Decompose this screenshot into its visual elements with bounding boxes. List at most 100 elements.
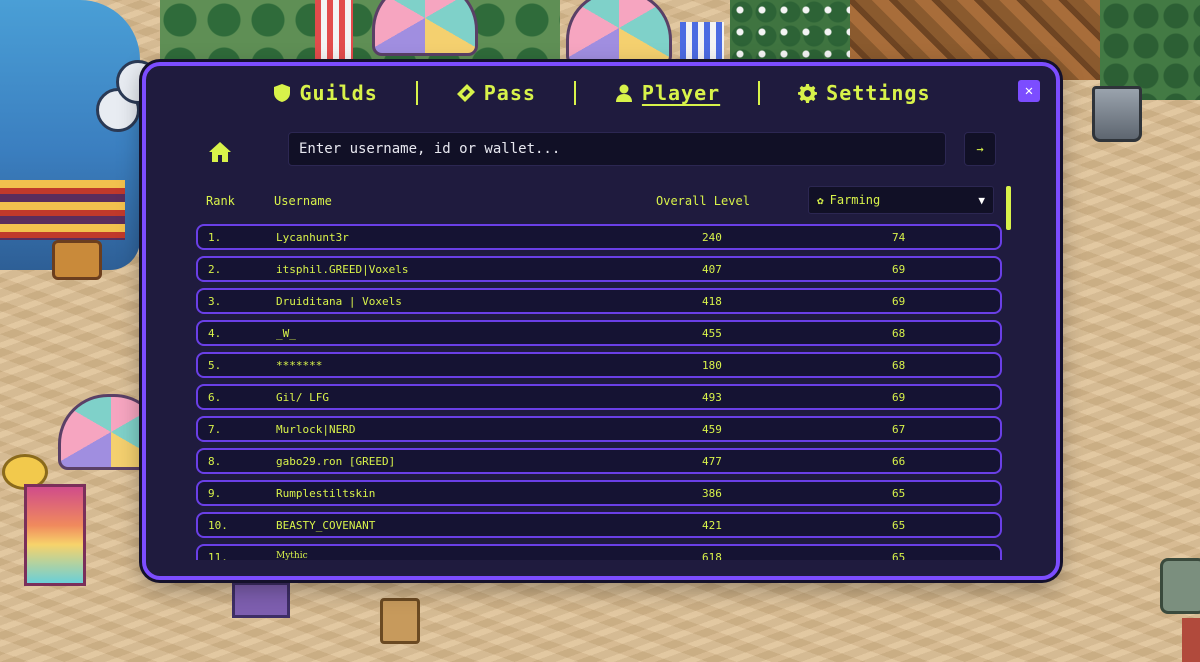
flower-bush-decoration <box>730 0 860 60</box>
row-overall-level: 493 <box>702 391 722 404</box>
stone-decoration <box>1160 558 1200 614</box>
search-submit-button[interactable]: → <box>964 132 996 166</box>
leaderboard-table: 1. Lycanhunt3r 240 74 2. itsphil.GREED|V… <box>196 224 1006 560</box>
close-button[interactable]: ✕ <box>1018 80 1040 102</box>
skill-filter-select[interactable]: ✿ Farming ▼ <box>808 186 994 214</box>
row-username: Murlock|NERD <box>276 423 356 436</box>
row-rank: 4. <box>208 327 222 340</box>
modal-nav: Guilds Pass Player Settings <box>146 78 1056 108</box>
leaderboard-modal: Guilds Pass Player Settings ✕ → Rank Use… <box>142 62 1060 580</box>
user-icon <box>615 84 632 102</box>
table-row[interactable]: 5. ******* 180 68 <box>196 352 1002 378</box>
table-row[interactable]: 4. _W_ 455 68 <box>196 320 1002 346</box>
arrow-right-icon: → <box>976 142 984 156</box>
row-skill-level: 68 <box>892 359 906 372</box>
row-skill-level: 69 <box>892 295 906 308</box>
row-rank: 3. <box>208 295 222 308</box>
table-row[interactable]: 6. Gil/ LFG 493 69 <box>196 384 1002 410</box>
row-overall-level: 180 <box>702 359 722 372</box>
tab-settings-label: Settings <box>826 81 931 105</box>
row-overall-level: 455 <box>702 327 722 340</box>
table-scrollbar[interactable] <box>1006 186 1011 230</box>
row-username: ******* <box>276 359 323 372</box>
bucket-decoration <box>380 598 420 644</box>
trees-decoration <box>160 0 560 60</box>
search-input[interactable] <box>288 132 946 166</box>
nav-separator <box>415 81 418 105</box>
beach-towel-decoration <box>315 0 353 62</box>
home-icon <box>209 142 231 162</box>
row-rank: 11. <box>208 551 228 560</box>
row-overall-level: 459 <box>702 423 722 436</box>
beach-towel-decoration <box>680 22 724 64</box>
tab-player-label: Player <box>641 81 721 105</box>
row-rank: 8. <box>208 455 222 468</box>
farming-icon: ✿ <box>817 193 824 207</box>
row-rank: 9. <box>208 487 222 500</box>
ship-stripe-decoration <box>0 180 125 240</box>
tab-player[interactable]: Player <box>610 81 724 105</box>
ship-leg-decoration <box>52 240 102 280</box>
table-row[interactable]: 1. Lycanhunt3r 240 74 <box>196 224 1002 250</box>
row-overall-level: 386 <box>702 487 722 500</box>
row-skill-level: 69 <box>892 263 906 276</box>
table-row[interactable]: 2. itsphil.GREED|Voxels 407 69 <box>196 256 1002 282</box>
row-rank: 5. <box>208 359 222 372</box>
beach-umbrella-decoration <box>566 0 672 66</box>
row-username: BEASTY_COVENANT <box>276 519 376 532</box>
table-row[interactable]: 11. Mythic 618 65 <box>196 544 1002 560</box>
skill-filter-value: Farming <box>829 193 881 207</box>
row-username: gabo29.ron [GREED] <box>276 455 396 468</box>
shield-icon <box>273 84 290 102</box>
row-username: Mythic <box>276 551 308 560</box>
table-header: Rank Username Overall Level ✿ Farming ▼ <box>196 186 1000 216</box>
table-row[interactable]: 8. gabo29.ron [GREED] 477 66 <box>196 448 1002 474</box>
beach-mat-decoration <box>232 582 290 618</box>
bush-decoration <box>1100 0 1200 100</box>
row-overall-level: 477 <box>702 455 722 468</box>
row-username: Lycanhunt3r <box>276 231 349 244</box>
home-button[interactable] <box>208 140 232 164</box>
beach-umbrella-decoration <box>372 0 478 56</box>
table-row[interactable]: 10. BEASTY_COVENANT 421 65 <box>196 512 1002 538</box>
table-row[interactable]: 3. Druiditana | Voxels 418 69 <box>196 288 1002 314</box>
tab-pass-label: Pass <box>483 81 536 105</box>
tab-guilds[interactable]: Guilds <box>268 81 382 105</box>
table-row[interactable]: 7. Murlock|NERD 459 67 <box>196 416 1002 442</box>
row-username: Rumplestiltskin <box>276 487 376 500</box>
row-skill-level: 65 <box>892 551 906 560</box>
row-rank: 6. <box>208 391 222 404</box>
row-skill-level: 66 <box>892 455 906 468</box>
row-username: Druiditana | Voxels <box>276 295 402 308</box>
row-overall-level: 418 <box>702 295 722 308</box>
row-username: itsphil.GREED|Voxels <box>276 263 409 276</box>
header-username: Username <box>274 194 332 208</box>
header-overall-level: Overall Level <box>656 194 750 208</box>
table-row[interactable]: 9. Rumplestiltskin 386 65 <box>196 480 1002 506</box>
row-skill-level: 67 <box>892 423 906 436</box>
sunset-towel-decoration <box>24 484 86 586</box>
row-overall-level: 407 <box>702 263 722 276</box>
ticket-icon <box>456 84 475 102</box>
row-rank: 10. <box>208 519 228 532</box>
crate-decoration <box>1182 618 1200 662</box>
row-skill-level: 69 <box>892 391 906 404</box>
row-skill-level: 65 <box>892 487 906 500</box>
row-skill-level: 65 <box>892 519 906 532</box>
row-username: Gil/ LFG <box>276 391 329 404</box>
row-skill-level: 68 <box>892 327 906 340</box>
close-icon: ✕ <box>1024 83 1034 99</box>
row-username: _W_ <box>276 327 296 340</box>
trash-can-decoration <box>1092 86 1142 142</box>
nav-separator <box>758 81 761 105</box>
tab-pass[interactable]: Pass <box>452 81 540 105</box>
tab-settings[interactable]: Settings <box>794 81 934 105</box>
row-rank: 2. <box>208 263 222 276</box>
row-overall-level: 421 <box>702 519 722 532</box>
row-overall-level: 240 <box>702 231 722 244</box>
row-skill-level: 74 <box>892 231 906 244</box>
header-rank: Rank <box>206 194 235 208</box>
gear-icon <box>798 83 818 103</box>
row-rank: 1. <box>208 231 222 244</box>
row-rank: 7. <box>208 423 222 436</box>
